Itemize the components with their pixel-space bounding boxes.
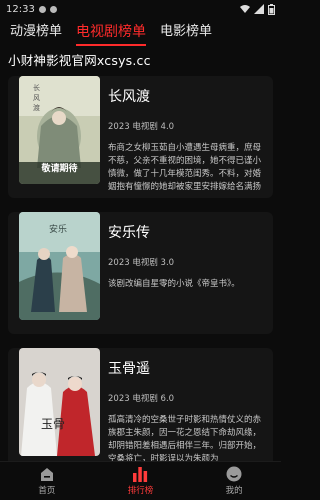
item-title[interactable]: 长风渡 xyxy=(108,86,150,106)
status-bar: 12:33 xyxy=(0,0,281,18)
poster-image: 玉骨 xyxy=(19,348,100,456)
poster-image: 长 风 渡 敬请期待 xyxy=(19,76,100,184)
poster-caption: 敬请期待 xyxy=(41,164,78,174)
site-title: 小财神影视官网xcsys.cc xyxy=(8,53,151,68)
item-title[interactable]: 玉骨遥 xyxy=(108,358,150,378)
tab-anime[interactable]: 动漫榜单 xyxy=(10,22,62,42)
signal-icon xyxy=(254,4,264,14)
item-meta: 2023 电视剧 4.0 xyxy=(108,122,175,132)
category-tabs: 动漫榜单 电视剧榜单 电影榜单 xyxy=(0,18,281,46)
poster-image: 安乐 xyxy=(19,212,100,320)
battery-icon xyxy=(268,3,275,15)
nav-home[interactable]: 首页 xyxy=(17,466,77,496)
svg-text:长: 长 xyxy=(33,83,40,92)
list-item[interactable]: 长 风 渡 敬请期待 长风渡 2023 电视剧 4.0 布商之女柳玉茹自小遭遇生… xyxy=(8,76,273,198)
bar-chart-icon xyxy=(133,467,148,482)
bottom-navigation: 首页 排行榜 我的 xyxy=(0,461,281,500)
ranking-list[interactable]: 长 风 渡 敬请期待 长风渡 2023 电视剧 4.0 布商之女柳玉茹自小遭遇生… xyxy=(0,72,281,462)
item-description: 布商之女柳玉茹自小遭遇生母病重，庶母不慈，父亲不重视的困境，她不得已谨小慎微，做… xyxy=(108,143,262,192)
nav-home-label: 首页 xyxy=(38,486,56,496)
item-description: 该剧改编自星零的小说《帝皇书》。 xyxy=(108,279,240,289)
svg-text:渡: 渡 xyxy=(33,103,40,112)
list-item[interactable]: 安乐 安乐传 2023 电视剧 3.0 该剧改编自星零的小说《帝皇书》。 xyxy=(8,212,273,334)
svg-text:风: 风 xyxy=(33,94,40,102)
list-item[interactable]: 玉骨 玉骨遥 2023 电视剧 6.0 孤高清冷的空桑世子时影和热情仗义的赤族郡… xyxy=(8,348,273,462)
item-meta: 2023 电视剧 6.0 xyxy=(108,394,175,404)
settings-icon xyxy=(49,5,57,13)
tab-tv-series[interactable]: 电视剧榜单 xyxy=(76,22,147,46)
item-description: 孤高清冷的空桑世子时影和热情仗义的赤族郡主朱颜，因一花之恩结下命劫风缘，却阴错阳… xyxy=(108,415,262,462)
item-title[interactable]: 安乐传 xyxy=(108,222,150,242)
svg-text:玉骨: 玉骨 xyxy=(41,417,65,431)
home-icon xyxy=(40,468,53,481)
nav-profile-label: 我的 xyxy=(225,486,243,496)
nav-ranking-label: 排行榜 xyxy=(127,486,154,496)
wifi-icon xyxy=(240,5,250,13)
status-time: 12:33 xyxy=(6,3,35,15)
smiley-icon xyxy=(226,466,242,482)
tab-movies[interactable]: 电影榜单 xyxy=(160,22,212,42)
notification-icon xyxy=(38,5,46,13)
svg-text:安乐: 安乐 xyxy=(49,223,67,235)
nav-ranking[interactable]: 排行榜 xyxy=(110,466,170,496)
item-meta: 2023 电视剧 3.0 xyxy=(108,258,175,268)
nav-profile[interactable]: 我的 xyxy=(204,466,264,496)
